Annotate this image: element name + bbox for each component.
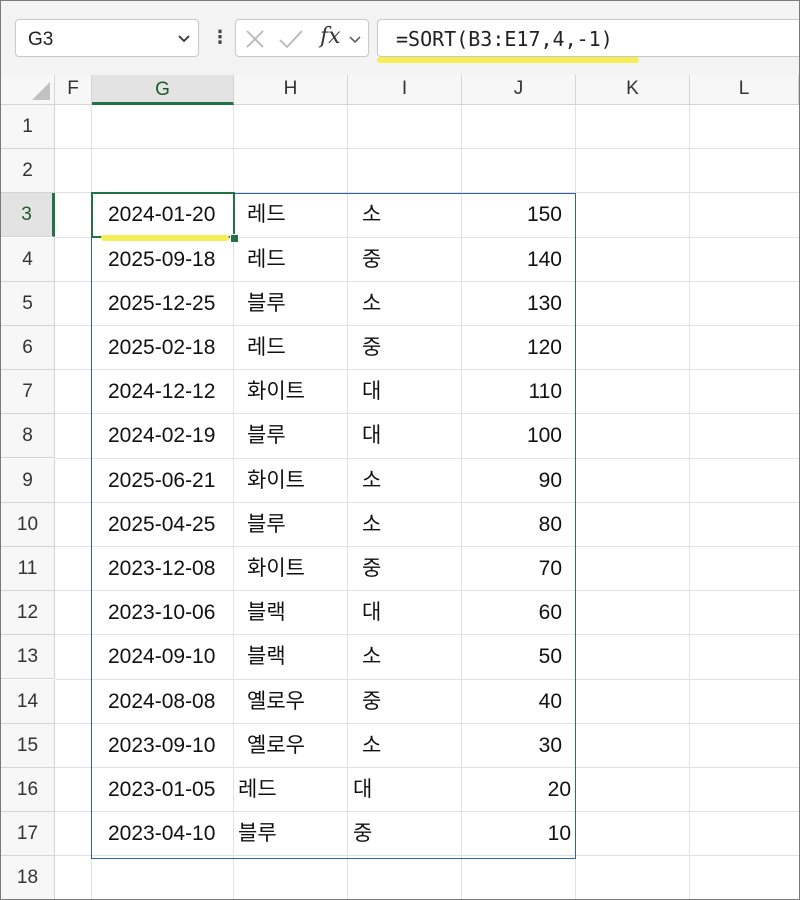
insert-function-icon[interactable]: fx [320,24,341,49]
row-header-14[interactable]: 14 [1,680,55,724]
row-header-8[interactable]: 8 [1,414,55,458]
worksheet-grid[interactable]: F G H I J K L 1 2 3 4 5 6 7 8 9 10 11 12 13 14 15 16 17 1… [1,75,799,899]
formula-bar-area: G3 ⋮ fx =SORT(B3:E17,4,-1) [1,1,799,75]
row-header-13[interactable]: 13 [1,635,55,679]
column-header-k[interactable]: K [576,75,690,105]
excel-window: G3 ⋮ fx =SORT(B3:E17,4,-1) F G H I J K L… [0,0,800,900]
cell-highlight [101,235,229,241]
column-header-j[interactable]: J [462,75,576,105]
column-header-g[interactable]: G [92,75,234,105]
select-all-corner[interactable] [1,75,55,105]
chevron-down-icon[interactable] [348,32,362,46]
spill-range-border [91,193,576,859]
row-header-10[interactable]: 10 [1,503,55,547]
column-header-f[interactable]: F [55,75,92,105]
row-header-17[interactable]: 17 [1,812,55,856]
column-header-i[interactable]: I [348,75,462,105]
formula-text: =SORT(B3:E17,4,-1) [396,27,613,51]
row-header-2[interactable]: 2 [1,149,55,193]
more-vertical-icon[interactable]: ⋮ [211,27,229,48]
enter-check-icon[interactable] [278,28,304,50]
row-header-3[interactable]: 3 [1,193,55,237]
row-header-18[interactable]: 18 [1,856,55,899]
row-header-9[interactable]: 9 [1,459,55,503]
row-header-12[interactable]: 12 [1,591,55,635]
row-header-1[interactable]: 1 [1,105,55,149]
formula-input[interactable]: =SORT(B3:E17,4,-1) [377,19,799,57]
formula-highlight [377,57,639,63]
row-header-7[interactable]: 7 [1,370,55,414]
name-box[interactable]: G3 [15,19,199,57]
row-header-4[interactable]: 4 [1,238,55,282]
name-box-value: G3 [28,29,54,50]
row-header-16[interactable]: 16 [1,768,55,812]
row-header-15[interactable]: 15 [1,724,55,768]
row-header-5[interactable]: 5 [1,282,55,326]
chevron-down-icon[interactable] [176,30,192,46]
column-header-l[interactable]: L [690,75,799,105]
formula-buttons: fx [235,19,369,57]
row-header-11[interactable]: 11 [1,547,55,591]
active-cell-g3[interactable] [91,192,235,238]
column-header-h[interactable]: H [234,75,348,105]
row-header-6[interactable]: 6 [1,326,55,370]
cancel-x-icon[interactable] [244,28,266,50]
fill-handle[interactable] [230,234,239,243]
